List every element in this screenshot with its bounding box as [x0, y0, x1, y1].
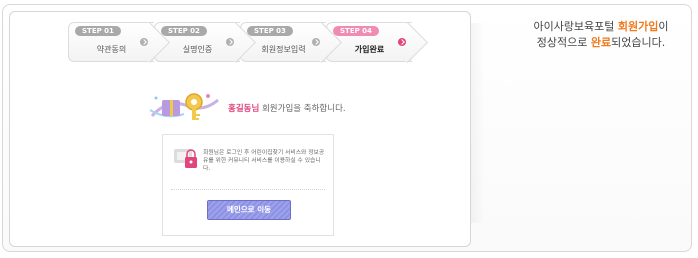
completion-line-2-suffix: 되었습니다.: [611, 36, 666, 49]
completion-line-1-prefix: 아이사랑보육포털: [533, 20, 618, 33]
gift-key-icon: [149, 93, 219, 120]
step-2-label: 실명인증: [182, 45, 213, 54]
step-3-badge: STEP 03: [247, 26, 293, 36]
welcome-greeting: 회원가입을 축하합니다.: [259, 104, 346, 114]
step-4-label: 가입완료: [354, 45, 385, 54]
lock-icon: [174, 149, 197, 168]
user-name: 홍길동님: [228, 104, 260, 114]
go-to-main-button[interactable]: 메인으로 이동: [207, 200, 291, 220]
completion-line-1-suffix: 이: [658, 20, 669, 33]
step-4-badge: STEP 04: [333, 26, 379, 36]
service-info-box: 회원님은 로그인 후 어린이집찾기 서비스와 정보공유를 위한 커뮤니티 서비스…: [162, 134, 334, 236]
step-1-badge: STEP 01: [75, 26, 121, 36]
service-info-text: 회원님은 로그인 후 어린이집찾기 서비스와 정보공유를 위한 커뮤니티 서비스…: [203, 150, 325, 172]
welcome-text: 홍길동님 회원가입을 축하합니다.: [228, 102, 346, 114]
step-3-label: 회원정보입력: [261, 45, 306, 54]
completion-highlight-done: 완료: [590, 36, 612, 49]
step-1: STEP 01 약관동의: [68, 22, 154, 62]
chevron-right-icon: [312, 38, 320, 46]
divider: [171, 189, 325, 190]
content-panel: STEP 01 약관동의 STEP 02 실명인증 STEP 03 회원정보입력…: [9, 11, 471, 247]
chevron-right-icon: [398, 38, 406, 46]
completion-line-1: 아이사랑보육포털 회원가입이: [511, 19, 691, 35]
completion-line-2-prefix: 정상적으로: [536, 36, 591, 49]
completion-message: 아이사랑보육포털 회원가입이 정상적으로 완료되었습니다.: [511, 19, 691, 51]
chevron-right-icon: [226, 38, 234, 46]
step-1-label: 약관동의: [96, 45, 127, 54]
completion-highlight-signup: 회원가입: [617, 20, 659, 33]
signup-complete-panel: STEP 01 약관동의 STEP 02 실명인증 STEP 03 회원정보입력…: [2, 4, 692, 252]
chevron-right-icon: [140, 38, 148, 46]
step-2-badge: STEP 02: [161, 26, 207, 36]
completion-line-2: 정상적으로 완료되었습니다.: [511, 35, 691, 51]
